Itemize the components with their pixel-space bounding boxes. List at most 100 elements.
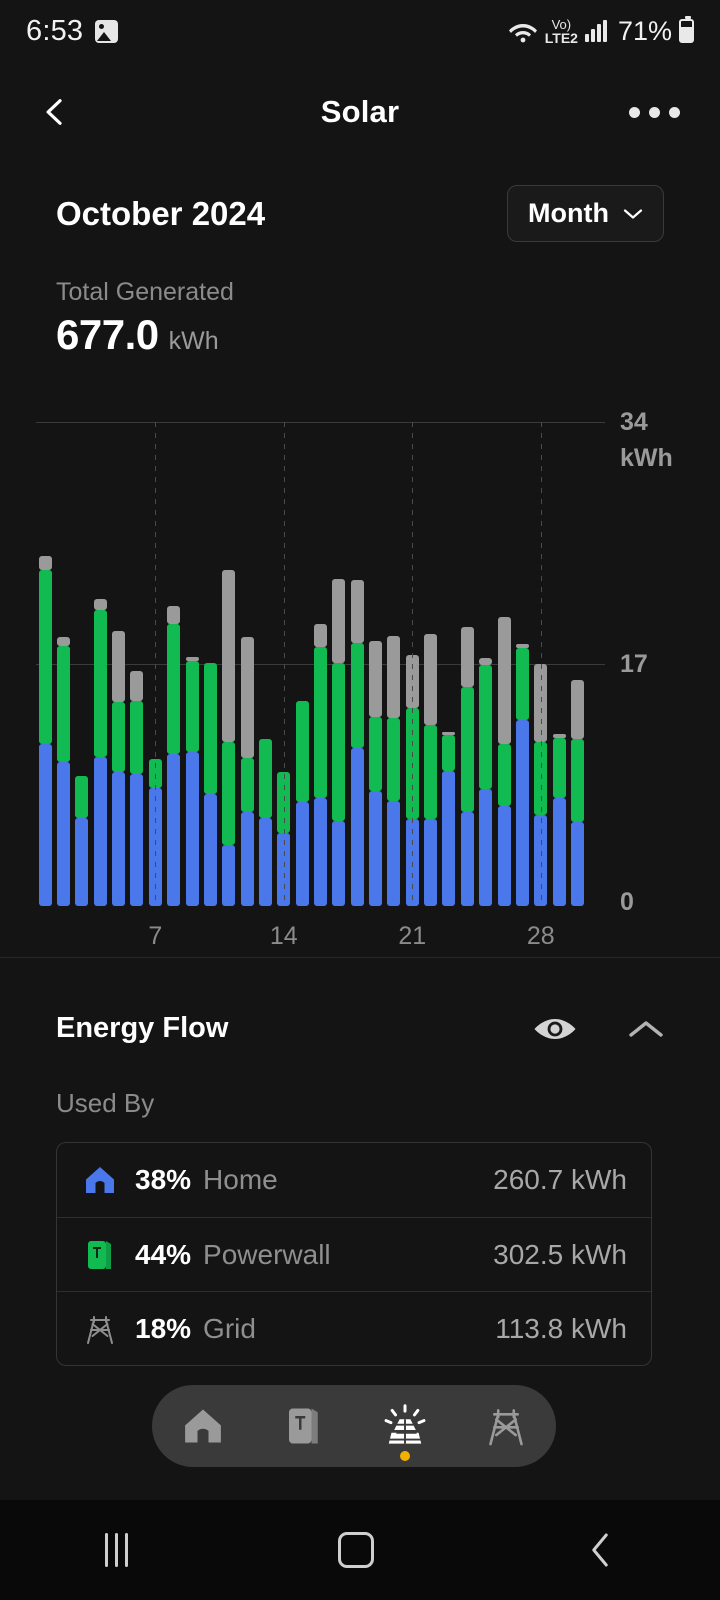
status-bar-left: 6:53 [26,15,119,48]
chart-bar[interactable] [167,605,181,906]
chart-bar[interactable] [350,580,364,906]
chart-bar-segment-powerwall [497,743,511,807]
period-label: October 2024 [56,194,266,232]
chevron-up-icon[interactable] [628,1018,664,1040]
chart-bar[interactable] [424,634,438,906]
wifi-icon [508,24,537,43]
chart-bar-segment-powerwall [479,665,493,790]
chart-bar-segment-powerwall [240,757,254,813]
chart-bar-segment-grid [515,644,529,649]
chart-bar-segment-powerwall [314,646,327,798]
chart-bar[interactable] [203,662,217,906]
chart-bar[interactable] [460,627,474,906]
status-bar: 6:53 Vo) LTE2 71% [0,0,720,62]
energy-flow-actions [532,1014,664,1044]
energy-flow-row-powerwall[interactable]: 44% Powerwall 302.5 kWh [57,1217,651,1291]
bottom-tab-bar [152,1385,556,1467]
back-chevron-icon[interactable] [585,1531,615,1569]
chart-bars [36,422,605,906]
chart-bar-segment-grid [314,624,327,647]
period-selector-label: Month [528,198,609,228]
chart-bar-segment-grid [497,617,511,744]
chart-bar[interactable] [570,679,584,906]
battery-percent: 71% [617,15,672,46]
chart-bar-segment-home [258,817,272,906]
chart-bar[interactable] [185,656,199,906]
chart-plot-area [36,422,605,906]
chart-bar-segment-home [350,748,364,906]
energy-flow-percent: 18% [135,1312,192,1344]
chart-bar-segment-grid [240,636,254,758]
recents-icon[interactable] [105,1533,129,1567]
tab-home[interactable] [163,1385,243,1467]
chart-bar-segment-grid [350,580,364,643]
chart-bar-segment-powerwall [185,661,199,753]
chart-bar-segment-powerwall [93,609,107,757]
chart-bar[interactable] [130,671,144,906]
chart-bar[interactable] [258,739,272,906]
app-header: Solar [0,62,720,162]
chart-bar[interactable] [314,624,327,906]
grid-tower-icon [488,1409,523,1446]
eye-icon[interactable] [532,1014,578,1044]
chart-bar[interactable] [369,641,383,906]
chart-bar-segment-powerwall [38,570,52,744]
chart-bar[interactable] [552,733,566,906]
chart-bar-segment-grid [442,732,456,736]
chart-x-tick: 28 [526,922,555,950]
chart-bar[interactable] [387,635,401,906]
tab-solar[interactable] [365,1385,445,1467]
chart-bar-segment-powerwall [112,702,126,773]
chart-bar[interactable] [38,555,52,906]
chart-bar-segment-home [369,790,383,906]
chart-vertical-gridline [412,422,414,906]
powerwall-icon [81,1238,119,1272]
chart-bar-segment-powerwall [222,742,236,845]
grid-tower-icon [81,1312,119,1346]
chart-bar-segment-powerwall [442,735,456,771]
energy-flow-value: 113.8 kWh [495,1312,627,1344]
energy-flow-row-grid[interactable]: 18% Grid 113.8 kWh [57,1291,651,1365]
home-square-icon[interactable] [338,1532,375,1568]
energy-flow-row-home[interactable]: 38% Home 260.7 kWh [57,1143,651,1217]
total-generated-unit: kWh [168,327,219,355]
chart-bar[interactable] [497,617,511,906]
chart-bar-segment-home [75,817,89,906]
energy-flow-percent: 38% [135,1164,192,1195]
chart-bar[interactable] [112,631,126,906]
chart-x-tick: 14 [269,922,298,950]
chart-bar[interactable] [479,658,493,906]
battery-icon [679,16,694,43]
chart-bar[interactable] [222,570,236,906]
period-selector-button[interactable]: Month [507,185,664,242]
chart-bar-segment-powerwall [332,662,346,821]
chart-bar[interactable] [332,578,346,906]
energy-flow-value: 302.5 kWh [493,1238,627,1270]
chart-y-tick-17: 17 [620,650,648,678]
chart-bar[interactable] [515,644,529,906]
solar-bar-chart[interactable]: 34 kWh 17 0 7 14 21 28 [0,408,720,955]
chart-bar-segment-home [57,762,71,906]
chart-bar[interactable] [240,636,254,906]
chart-bar[interactable] [442,732,456,906]
chart-bar[interactable] [295,701,309,906]
chart-bar-segment-powerwall [130,701,144,774]
used-by-label: Used By [56,1088,155,1118]
chart-bar-segment-home [332,820,346,906]
chart-bar-segment-grid [130,671,144,702]
chart-bar-segment-powerwall [167,624,181,754]
chart-bar-segment-powerwall [295,701,309,803]
status-bar-right: Vo) LTE2 71% [508,16,694,47]
chart-vertical-gridline [540,422,542,906]
more-options-icon[interactable] [629,106,680,118]
chart-bar-segment-home [93,756,107,906]
chart-bar[interactable] [57,636,71,906]
chart-bar-segment-home [515,719,529,906]
chart-bar-segment-grid [222,570,236,743]
tab-grid[interactable] [466,1385,546,1467]
chart-bar[interactable] [93,598,107,906]
tab-powerwall[interactable] [264,1385,344,1467]
page-title: Solar [320,94,400,129]
app-screen: 6:53 Vo) LTE2 71% Solar October 2024 Mon… [0,0,720,1600]
chart-bar[interactable] [75,776,89,906]
